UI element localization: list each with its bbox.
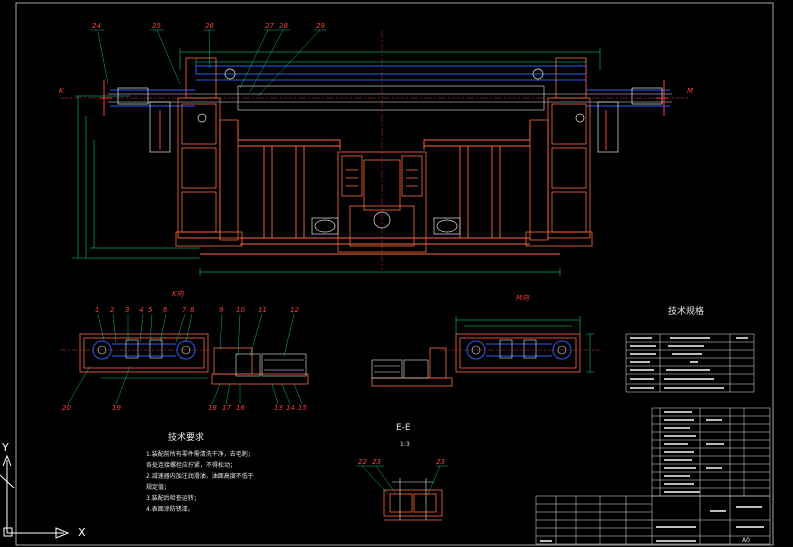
ucs-y-label: Y <box>2 441 9 454</box>
part-number-7: 7 <box>182 306 187 314</box>
drawing-border <box>15 2 774 546</box>
ucs-x-label: X <box>78 526 86 539</box>
dimension-lines-left <box>72 95 561 276</box>
part-number-22: 22 <box>358 458 367 466</box>
part-number-5: 5 <box>148 306 153 314</box>
part-number-16: 16 <box>236 404 245 412</box>
part-number-11: 11 <box>258 306 267 314</box>
note-line-5: 3.装配后检查运转； <box>146 494 200 502</box>
part-number-25: 25 <box>152 22 161 30</box>
part-number-12: 12 <box>290 306 299 314</box>
part-number-24: 24 <box>92 22 101 30</box>
part-number-18: 18 <box>208 404 217 412</box>
main-elevation-view <box>60 29 690 276</box>
cad-drawing-canvas[interactable]: 24 25 26 27 28 29 K M K向 1 2 3 4 5 6 7 8… <box>0 0 793 547</box>
note-line-2: 各处连接螺栓应拧紧，不得松动； <box>146 461 236 469</box>
section-ee-label: E-E <box>396 423 411 433</box>
part-number-9: 9 <box>219 306 224 314</box>
note-line-1: 1.装配前所有零件需清洗干净，去毛刺； <box>146 450 254 458</box>
part-number-23a: 23 <box>372 458 381 466</box>
part-number-14: 14 <box>286 404 295 412</box>
tech-spec-table-text <box>630 337 748 389</box>
title-block <box>535 495 771 545</box>
part-number-17: 17 <box>222 404 231 412</box>
view-marker-m: M <box>687 87 693 95</box>
part-number-10: 10 <box>236 306 245 314</box>
ucs-axis-icon <box>0 454 70 539</box>
left-wheel-assembly <box>175 57 243 247</box>
part-number-15: 15 <box>298 404 307 412</box>
section-ee-scale: 1:3 <box>400 441 410 448</box>
part-number-19: 19 <box>112 404 121 412</box>
part-number-27: 27 <box>265 22 274 30</box>
part-number-4: 4 <box>139 306 143 314</box>
part-number-8: 8 <box>190 306 195 314</box>
part-number-29: 29 <box>316 22 325 30</box>
part-number-26: 26 <box>205 22 214 30</box>
tech-requirements-title: 技术要求 <box>168 431 204 443</box>
parts-list-text <box>664 411 724 493</box>
part-number-2: 2 <box>110 306 115 314</box>
top-fittings <box>117 68 663 153</box>
tech-spec-title: 技术规格 <box>668 305 704 317</box>
motors <box>311 211 461 235</box>
note-line-3: 2.减速器内加注润滑油，油面高度不低于 <box>146 472 254 480</box>
view-k-label: K向 <box>172 290 185 298</box>
part-number-6: 6 <box>163 306 168 314</box>
part-number-13: 13 <box>274 404 283 412</box>
part-number-20: 20 <box>62 404 71 412</box>
view-m <box>371 316 600 387</box>
dimension-lines-top <box>179 48 601 70</box>
note-line-4: 规定值； <box>146 483 170 491</box>
part-number-1: 1 <box>95 306 99 314</box>
view-m-label: M向 <box>516 294 530 302</box>
part-number-28: 28 <box>279 22 288 30</box>
part-number-23b: 23 <box>436 458 445 466</box>
frame-structure <box>200 122 560 255</box>
section-ee-view <box>356 465 448 521</box>
view-k <box>60 313 309 405</box>
title-block-sheet-size: A0 <box>742 537 750 544</box>
part-number-3: 3 <box>125 306 129 314</box>
view-marker-k: K <box>59 87 65 95</box>
note-line-6: 4.表面涂防锈漆。 <box>146 505 194 513</box>
